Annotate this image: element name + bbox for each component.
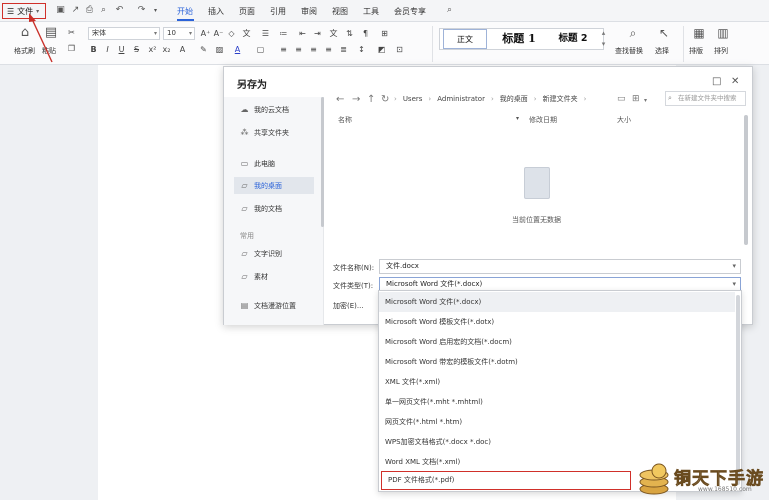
sidebar-item-this-pc[interactable]: ▭ 此电脑 bbox=[234, 155, 314, 172]
sidebar-item-label: 此电脑 bbox=[254, 159, 275, 168]
sidebar-item-materials[interactable]: ▱ 素材 bbox=[234, 268, 314, 285]
folder-icon: ▱ bbox=[241, 272, 248, 281]
close-icon[interactable]: ✕ bbox=[731, 76, 739, 87]
folder-icon: ▱ bbox=[241, 249, 248, 258]
forward-arrow-icon[interactable]: → bbox=[352, 94, 360, 105]
filetype-option[interactable]: Microsoft Word 带宏的模板文件(*.dotm) bbox=[379, 352, 735, 372]
refresh-icon[interactable]: ↻ bbox=[381, 94, 389, 105]
maximize-icon[interactable]: □ bbox=[712, 76, 721, 87]
cloud-icon: ☁ bbox=[240, 105, 249, 114]
chevron-right-icon: › bbox=[583, 95, 587, 103]
filename-value: 文件.docx bbox=[386, 262, 419, 270]
sidebar-scrollbar[interactable] bbox=[321, 97, 324, 227]
sidebar-item-label: 文字识别 bbox=[254, 249, 282, 258]
dialog-sidebar: ☁ 我的云文档 ⁂ 共享文件夹 ▭ 此电脑 ▱ 我的桌面 ▱ 我的文档 常用 ▱… bbox=[224, 97, 324, 325]
up-arrow-icon[interactable]: ↑ bbox=[367, 94, 375, 105]
computer-icon: ▭ bbox=[240, 159, 249, 168]
chevron-right-icon: › bbox=[533, 95, 537, 103]
filename-field[interactable]: 文件.docx ▾ bbox=[379, 259, 741, 274]
breadcrumb-item[interactable]: Administrator bbox=[437, 95, 485, 103]
empty-state-text: 当前位置无数据 bbox=[512, 216, 561, 224]
sidebar-item-shared[interactable]: ⁂ 共享文件夹 bbox=[234, 124, 314, 141]
filetype-option-pdf[interactable]: PDF 文件格式(*.pdf) bbox=[381, 471, 631, 490]
column-size[interactable]: 大小 bbox=[617, 115, 631, 125]
file-list-scrollbar[interactable] bbox=[744, 115, 748, 245]
dialog-title: 另存为 bbox=[237, 80, 267, 91]
filetype-label: 文件类型(T): bbox=[333, 282, 374, 290]
filetype-option[interactable]: 单一网页文件(*.mht *.mhtml) bbox=[379, 392, 735, 412]
filetype-value: Microsoft Word 文件(*.docx) bbox=[386, 280, 483, 288]
filetype-option[interactable]: WPS加密文档格式(*.docx *.doc) bbox=[379, 432, 735, 452]
breadcrumb: › Users › Administrator › 我的桌面 › 新建文件夹 › bbox=[394, 91, 609, 107]
folder-icon: ▱ bbox=[241, 204, 248, 213]
search-input[interactable]: ⌕ 在新建文件夹中搜索 bbox=[665, 91, 746, 106]
watermark-logo: 铜天下手游 www.168510.com bbox=[636, 462, 766, 498]
filename-label: 文件名称(N): bbox=[333, 264, 375, 272]
chevron-right-icon: › bbox=[394, 95, 397, 103]
sidebar-item-label: 素材 bbox=[254, 272, 268, 281]
back-arrow-icon[interactable]: ← bbox=[336, 94, 344, 105]
sidebar-item-label: 文档漫游位置 bbox=[254, 301, 296, 310]
sort-indicator-icon: ▾ bbox=[516, 115, 520, 122]
folder-icon: ▱ bbox=[241, 181, 248, 190]
search-placeholder: 在新建文件夹中搜索 bbox=[678, 94, 737, 102]
document-icon: ▤ bbox=[240, 301, 249, 310]
view-mode-icon[interactable]: ⊞ bbox=[632, 94, 640, 104]
coin-stack-icon bbox=[639, 463, 669, 495]
sidebar-item-label: 我的文档 bbox=[254, 204, 282, 213]
breadcrumb-item[interactable]: Users bbox=[403, 95, 423, 103]
dropdown-scrollbar[interactable] bbox=[736, 295, 740, 485]
breadcrumb-item[interactable]: 我的桌面 bbox=[500, 94, 528, 104]
chevron-right-icon: › bbox=[490, 95, 494, 103]
sidebar-item-label: 我的云文档 bbox=[254, 105, 289, 114]
empty-document-icon bbox=[524, 167, 550, 199]
chevron-down-icon[interactable]: ▾ bbox=[644, 97, 647, 104]
column-modified[interactable]: 修改日期 bbox=[529, 115, 557, 125]
new-folder-icon[interactable]: ▭ bbox=[617, 94, 626, 104]
sidebar-item-label: 共享文件夹 bbox=[254, 128, 289, 137]
watermark-url: www.168510.com bbox=[698, 486, 752, 493]
filetype-option[interactable]: Microsoft Word 启用宏的文档(*.docm) bbox=[379, 332, 735, 352]
breadcrumb-item[interactable]: 新建文件夹 bbox=[543, 94, 578, 104]
search-icon: ⌕ bbox=[668, 94, 672, 102]
sidebar-item-documents[interactable]: ▱ 我的文档 bbox=[234, 200, 314, 217]
chevron-right-icon: › bbox=[428, 95, 432, 103]
filetype-option[interactable]: Microsoft Word 文件(*.docx) bbox=[379, 292, 735, 312]
column-name[interactable]: 名称 bbox=[338, 115, 352, 125]
sidebar-item-cloud[interactable]: ☁ 我的云文档 bbox=[234, 101, 314, 118]
chevron-down-icon: ▾ bbox=[732, 262, 736, 270]
sidebar-item-roaming[interactable]: ▤ 文档漫游位置 bbox=[234, 297, 314, 314]
sidebar-item-label: 我的桌面 bbox=[254, 181, 282, 190]
save-as-dialog: 另存为 □ ✕ ☁ 我的云文档 ⁂ 共享文件夹 ▭ 此电脑 ▱ 我的桌面 ▱ 我… bbox=[223, 66, 753, 325]
encrypt-button[interactable]: 加密(E)... bbox=[333, 301, 364, 311]
filetype-option[interactable]: XML 文件(*.xml) bbox=[379, 372, 735, 392]
sidebar-section-label: 常用 bbox=[240, 232, 254, 240]
sidebar-item-ocr[interactable]: ▱ 文字识别 bbox=[234, 245, 314, 262]
share-icon: ⁂ bbox=[240, 128, 249, 137]
filetype-option[interactable]: 网页文件(*.html *.htm) bbox=[379, 412, 735, 432]
filetype-option[interactable]: Microsoft Word 模板文件(*.dotx) bbox=[379, 312, 735, 332]
sidebar-item-desktop[interactable]: ▱ 我的桌面 bbox=[234, 177, 314, 194]
